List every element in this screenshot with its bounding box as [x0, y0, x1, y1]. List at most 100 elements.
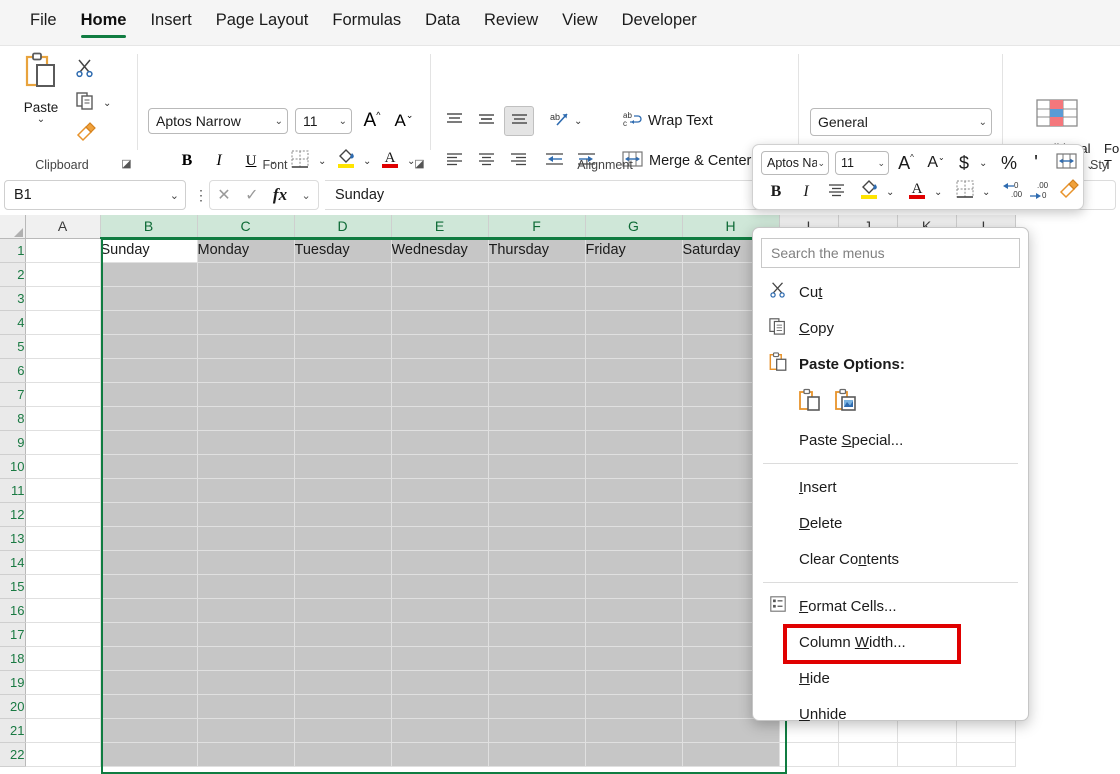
row-header-2[interactable]: 2	[0, 262, 26, 287]
row-header-7[interactable]: 7	[0, 382, 26, 407]
row-header-1[interactable]: 1	[0, 238, 26, 263]
cell-K22[interactable]	[897, 742, 957, 767]
paste-all-icon[interactable]	[799, 388, 821, 417]
cell-G6[interactable]	[585, 358, 683, 383]
cell-C12[interactable]	[197, 502, 295, 527]
cell-F11[interactable]	[488, 478, 586, 503]
cell-A6[interactable]	[25, 358, 101, 383]
mini-increase-decimal-button[interactable]: 0 .00	[999, 178, 1027, 204]
cell-B20[interactable]	[100, 694, 198, 719]
mini-italic-button[interactable]: I	[793, 179, 819, 205]
row-header-20[interactable]: 20	[0, 694, 26, 719]
cell-B5[interactable]	[100, 334, 198, 359]
context-menu-item-delete[interactable]: Delete	[753, 505, 1028, 541]
cell-C11[interactable]	[197, 478, 295, 503]
cell-B3[interactable]	[100, 286, 198, 311]
cell-E10[interactable]	[391, 454, 489, 479]
chevron-down-icon[interactable]: ⌄	[37, 115, 45, 125]
mini-align-button[interactable]	[823, 179, 849, 205]
cell-G4[interactable]	[585, 310, 683, 335]
increase-font-size-button[interactable]: A ^	[358, 107, 386, 135]
cell-B11[interactable]	[100, 478, 198, 503]
cell-D6[interactable]	[294, 358, 392, 383]
font-family-combo[interactable]: Aptos Narrow ⌄	[148, 108, 288, 134]
cell-E14[interactable]	[391, 550, 489, 575]
cell-E13[interactable]	[391, 526, 489, 551]
row-header-14[interactable]: 14	[0, 550, 26, 575]
cell-G1[interactable]: Friday	[585, 238, 683, 263]
cell-C22[interactable]	[197, 742, 295, 767]
cell-B15[interactable]	[100, 574, 198, 599]
cell-E1[interactable]: Wednesday	[391, 238, 489, 263]
cell-B21[interactable]	[100, 718, 198, 743]
ribbon-tab-review[interactable]: Review	[472, 7, 550, 38]
cell-D12[interactable]	[294, 502, 392, 527]
align-right-button[interactable]	[504, 148, 532, 174]
cell-D16[interactable]	[294, 598, 392, 623]
cell-A19[interactable]	[25, 670, 101, 695]
bold-button[interactable]: B	[174, 148, 200, 174]
row-header-21[interactable]: 21	[0, 718, 26, 743]
cell-C5[interactable]	[197, 334, 295, 359]
mini-font-family-combo[interactable]: Aptos Na ⌄	[761, 151, 829, 175]
cell-C10[interactable]	[197, 454, 295, 479]
font-size-combo[interactable]: 11 ⌄	[295, 108, 352, 134]
cell-A21[interactable]	[25, 718, 101, 743]
cell-D17[interactable]	[294, 622, 392, 647]
mini-decrease-decimal-button[interactable]: .00 0	[1027, 178, 1055, 204]
ribbon-tab-home[interactable]: Home	[69, 7, 139, 38]
ribbon-tab-view[interactable]: View	[550, 7, 609, 38]
context-menu-item-format-cells[interactable]: Format Cells...	[753, 588, 1028, 624]
cell-A12[interactable]	[25, 502, 101, 527]
row-header-9[interactable]: 9	[0, 430, 26, 455]
align-middle-button[interactable]	[472, 108, 500, 134]
row-header-6[interactable]: 6	[0, 358, 26, 383]
context-menu-item-hide[interactable]: Hide	[753, 660, 1028, 696]
row-header-11[interactable]: 11	[0, 478, 26, 503]
row-header-8[interactable]: 8	[0, 406, 26, 431]
cell-G18[interactable]	[585, 646, 683, 671]
cell-G21[interactable]	[585, 718, 683, 743]
mini-fill-color-button[interactable]	[855, 177, 883, 205]
cell-D13[interactable]	[294, 526, 392, 551]
ribbon-tab-developer[interactable]: Developer	[610, 7, 709, 38]
cell-G7[interactable]	[585, 382, 683, 407]
ribbon-tab-page-layout[interactable]: Page Layout	[204, 7, 321, 38]
cell-G10[interactable]	[585, 454, 683, 479]
mini-borders-button[interactable]	[951, 178, 979, 204]
mini-font-color-button[interactable]: A	[903, 177, 931, 205]
column-header-C[interactable]: C	[197, 215, 295, 239]
cell-E17[interactable]	[391, 622, 489, 647]
cell-D7[interactable]	[294, 382, 392, 407]
cell-B9[interactable]	[100, 430, 198, 455]
cell-B17[interactable]	[100, 622, 198, 647]
conditional-formatting-button[interactable]	[1030, 96, 1084, 134]
cell-D8[interactable]	[294, 406, 392, 431]
row-header-16[interactable]: 16	[0, 598, 26, 623]
select-all-corner[interactable]	[0, 215, 26, 239]
cell-F22[interactable]	[488, 742, 586, 767]
cell-I22[interactable]	[779, 742, 839, 767]
cell-D1[interactable]: Tuesday	[294, 238, 392, 263]
context-menu-item-unhide[interactable]: Unhide	[753, 696, 1028, 732]
chevron-down-icon[interactable]: ⌄	[817, 158, 825, 169]
mini-merge-center-button[interactable]	[1053, 150, 1079, 176]
cell-F17[interactable]	[488, 622, 586, 647]
align-bottom-button[interactable]	[504, 106, 534, 136]
mini-percent-style-button[interactable]: %	[997, 150, 1021, 176]
cell-B18[interactable]	[100, 646, 198, 671]
paste-button[interactable]: Paste ⌄	[12, 52, 70, 158]
ribbon-tab-formulas[interactable]: Formulas	[320, 7, 413, 38]
mini-font-size-combo[interactable]: 11 ⌄	[835, 151, 889, 175]
cell-A20[interactable]	[25, 694, 101, 719]
cell-G5[interactable]	[585, 334, 683, 359]
chevron-down-icon[interactable]: ⌄	[877, 158, 885, 169]
cell-A5[interactable]	[25, 334, 101, 359]
cell-A3[interactable]	[25, 286, 101, 311]
cell-B7[interactable]	[100, 382, 198, 407]
cell-C7[interactable]	[197, 382, 295, 407]
name-box[interactable]: B1 ⌄	[4, 180, 186, 210]
cell-C1[interactable]: Monday	[197, 238, 295, 263]
cell-D9[interactable]	[294, 430, 392, 455]
cell-F19[interactable]	[488, 670, 586, 695]
